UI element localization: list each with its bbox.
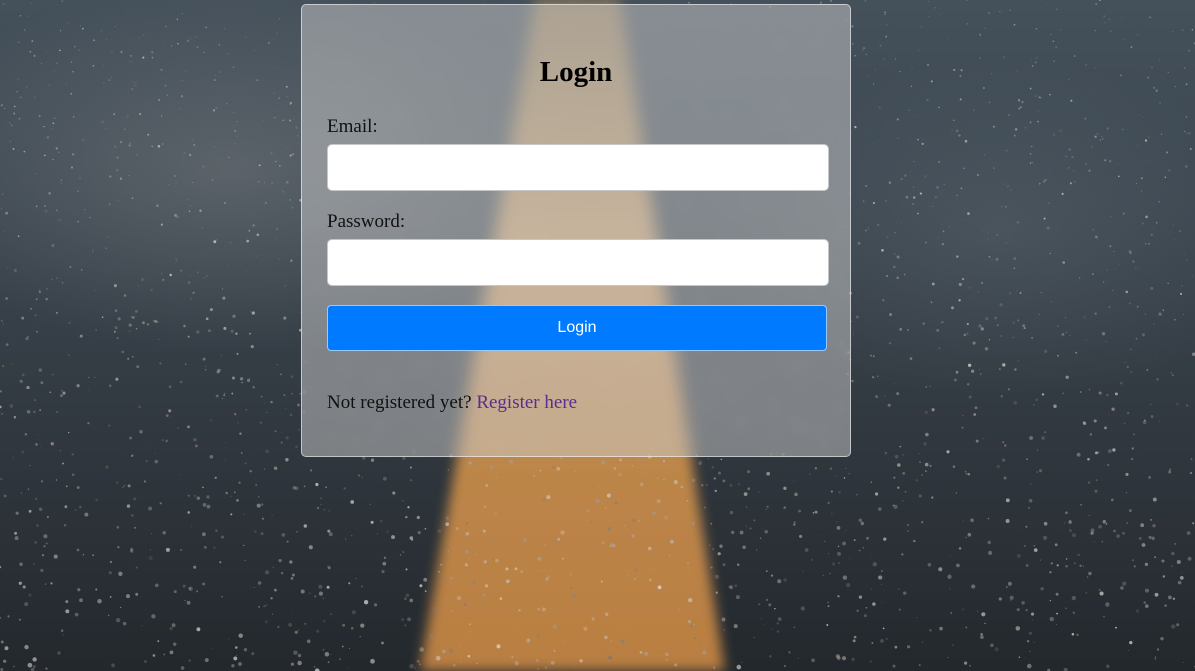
- login-card: Login Email: Password: Login Not registe…: [301, 4, 851, 457]
- email-label: Email:: [327, 116, 378, 137]
- password-label: Password:: [327, 211, 406, 232]
- login-title: Login: [539, 56, 613, 88]
- email-field[interactable]: [327, 144, 829, 191]
- register-prompt: Not registered yet? Register here: [327, 392, 577, 414]
- register-prompt-text: Not registered yet?: [327, 392, 472, 413]
- password-field[interactable]: [327, 239, 829, 286]
- register-link[interactable]: Register here: [476, 392, 577, 413]
- login-button[interactable]: Login: [327, 305, 827, 351]
